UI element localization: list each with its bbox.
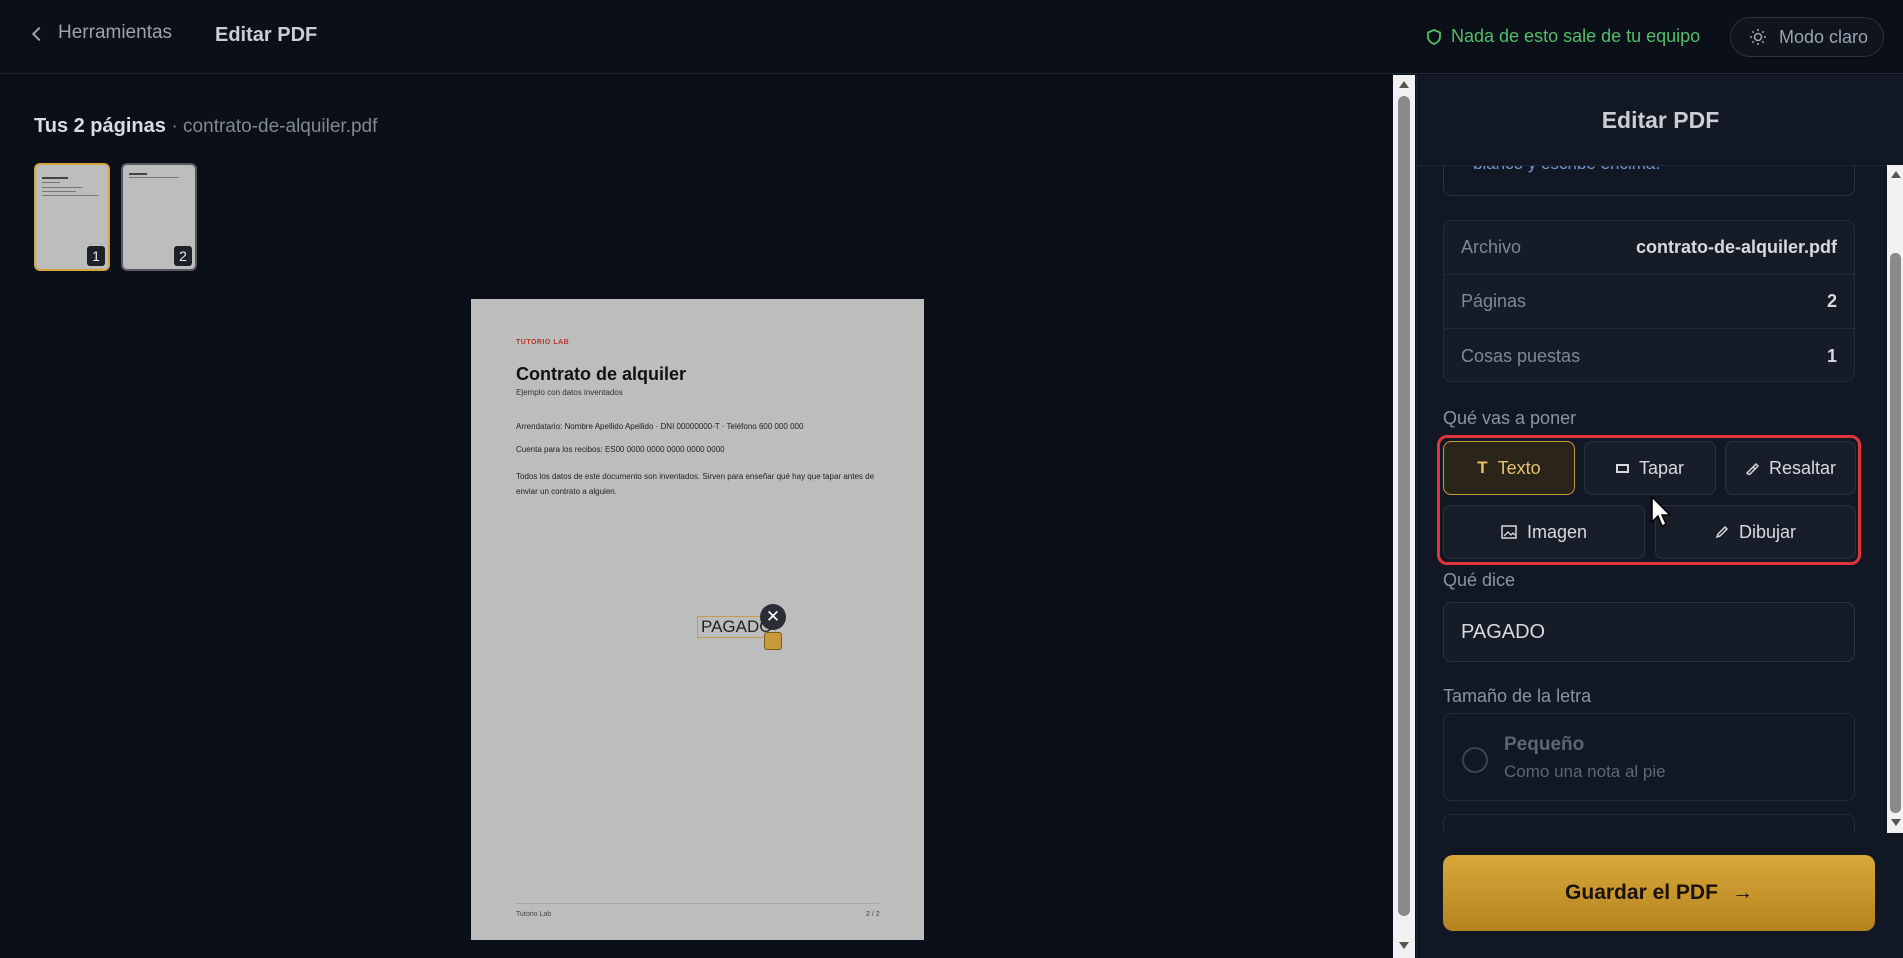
info-value: contrato-de-alquiler.pdf — [1635, 237, 1837, 257]
panel-scrollbar[interactable] — [1887, 165, 1903, 833]
privacy-text: Nada de esto sale de tu equipo — [1451, 26, 1701, 46]
doc-footer-right: 2 / 2 — [866, 911, 880, 918]
file-info-card: Archivo contrato-de-alquiler.pdf Páginas… — [1443, 220, 1855, 382]
font-size-option-next[interactable] — [1443, 814, 1855, 833]
page-thumbnail-2[interactable]: 2 — [121, 163, 197, 271]
tool-label: Texto — [1497, 457, 1541, 478]
privacy-note: Nada de esto sale de tu equipo — [1427, 26, 1700, 47]
highlighter-icon — [1745, 462, 1759, 475]
doc-footer-rule — [516, 903, 879, 904]
info-row-pages: Páginas 2 — [1444, 275, 1854, 329]
pencil-icon — [1715, 525, 1729, 539]
tool-draw-button[interactable]: Dibujar — [1655, 505, 1856, 559]
font-size-label: Tamaño de la letra — [1443, 686, 1592, 706]
tools-label: Qué vas a poner — [1443, 408, 1577, 428]
scroll-up-arrow[interactable] — [1399, 81, 1409, 88]
resize-handle[interactable] — [764, 632, 782, 650]
page-thumbnail-1[interactable]: 1 — [34, 163, 110, 271]
image-icon — [1501, 525, 1517, 539]
rectangle-icon — [1615, 463, 1629, 473]
info-row-file: Archivo contrato-de-alquiler.pdf — [1444, 221, 1854, 275]
shield-icon — [1427, 28, 1441, 45]
save-pdf-button[interactable]: Guardar el PDF → — [1443, 855, 1875, 931]
option-title: Pequeño — [1504, 734, 1585, 755]
text-content-input[interactable] — [1443, 602, 1855, 662]
top-bar: Herramientas Editar PDF Nada de esto sal… — [0, 0, 1903, 74]
tool-text-button[interactable]: T Texto — [1443, 441, 1575, 495]
page-title: Editar PDF — [215, 24, 318, 46]
scroll-down-arrow[interactable] — [1399, 942, 1409, 949]
close-icon[interactable]: ✕ — [760, 604, 786, 630]
mouse-cursor-icon — [1651, 496, 1672, 528]
radio-button[interactable] — [1462, 747, 1488, 773]
text-icon: T — [1477, 458, 1488, 477]
tool-cover-button[interactable]: Tapar — [1584, 441, 1716, 495]
sun-icon — [1750, 29, 1766, 45]
save-label: Guardar el PDF — [1565, 881, 1718, 904]
light-mode-button[interactable]: Modo claro — [1730, 17, 1884, 57]
font-size-option-small[interactable]: Pequeño Como una nota al pie — [1443, 713, 1855, 801]
scroll-thumb[interactable] — [1890, 253, 1901, 813]
doc-line-note: Todos los datos de este documento son in… — [516, 472, 875, 496]
option-description: Como una nota al pie — [1504, 762, 1666, 781]
arrow-right-icon: → — [1731, 881, 1753, 904]
pages-count: Tus 2 páginas — [34, 115, 166, 137]
tool-highlight-button[interactable]: Resaltar — [1725, 441, 1856, 495]
pages-heading: Tus 2 páginas · contrato-de-alquiler.pdf — [34, 115, 377, 138]
chevron-left-icon — [31, 26, 47, 41]
info-row-placed: Cosas puestas 1 — [1444, 329, 1854, 383]
thumbnail-number: 2 — [174, 246, 192, 266]
pages-filename: · contrato-de-alquiler.pdf — [171, 116, 378, 137]
tip-text: blanco y escribe encima. — [1473, 166, 1660, 174]
text-field-label: Qué dice — [1443, 570, 1516, 590]
back-link[interactable]: Herramientas — [31, 22, 173, 44]
info-value: 1 — [1826, 345, 1837, 366]
info-key: Archivo — [1461, 237, 1522, 257]
tool-label: Dibujar — [1738, 521, 1797, 542]
doc-title: Contrato de alquiler — [516, 364, 687, 384]
info-key: Cosas puestas — [1461, 345, 1581, 366]
pdf-page-canvas[interactable]: TUTORIO LAB Contrato de alquiler Ejemplo… — [471, 299, 924, 940]
scroll-thumb[interactable] — [1398, 96, 1410, 916]
back-label: Herramientas — [58, 22, 173, 43]
tool-image-button[interactable]: Imagen — [1443, 505, 1645, 559]
scroll-down-arrow[interactable] — [1891, 819, 1901, 826]
panel-title: Editar PDF — [1601, 107, 1720, 133]
tool-label: Resaltar — [1768, 457, 1837, 478]
doc-subtitle: Ejemplo con datos inventados — [516, 388, 623, 397]
preview-scrollbar[interactable] — [1393, 75, 1415, 958]
tool-label: Tapar — [1638, 457, 1685, 478]
doc-brand: TUTORIO LAB — [516, 339, 570, 346]
thumbnail-number: 1 — [87, 246, 105, 266]
preview-area: Tus 2 páginas · contrato-de-alquiler.pdf… — [0, 75, 1393, 958]
tool-label: Imagen — [1526, 521, 1588, 542]
doc-footer-left: Tutorio Lab — [516, 911, 552, 918]
scroll-up-arrow[interactable] — [1891, 171, 1901, 178]
doc-line-tenant: Arrendatario: Nombre Apellido Apellido ·… — [516, 422, 804, 431]
doc-line-account: Cuenta para los recibos: ES00 0000 0000 … — [516, 445, 725, 454]
info-key: Páginas — [1461, 291, 1527, 311]
mode-label: Modo claro — [1779, 26, 1869, 47]
info-value: 2 — [1826, 291, 1837, 311]
